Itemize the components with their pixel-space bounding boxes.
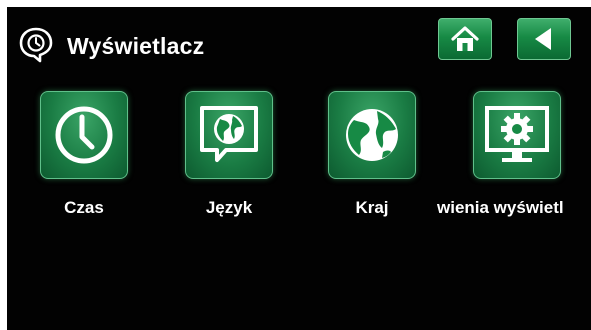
tile-display-settings-label-text: wienia wyświetl — [437, 198, 564, 217]
back-arrow-icon — [535, 28, 551, 50]
tile-display-settings-label: wienia wyświetl — [437, 198, 591, 218]
globe-icon — [346, 109, 398, 161]
tile-language-label: Język — [205, 198, 253, 217]
home-button[interactable] — [438, 18, 492, 60]
tile-display-settings[interactable] — [473, 91, 561, 179]
speech-bubble-clock-icon — [19, 27, 53, 63]
tile-country-label: Kraj — [355, 198, 389, 217]
back-button[interactable] — [517, 18, 571, 60]
globe-speech-bubble-icon — [200, 106, 258, 162]
page-title: Wyświetlacz — [67, 33, 205, 59]
display-screen: Wyświetlacz Czas Język Kraj wienia wyświ… — [7, 7, 591, 330]
monitor-gear-icon — [485, 106, 549, 162]
clock-icon — [55, 106, 113, 164]
home-icon — [451, 26, 479, 51]
tile-time-label: Czas — [64, 198, 104, 217]
tile-language[interactable] — [185, 91, 273, 179]
tile-time[interactable] — [40, 91, 128, 179]
tile-country[interactable] — [328, 91, 416, 179]
